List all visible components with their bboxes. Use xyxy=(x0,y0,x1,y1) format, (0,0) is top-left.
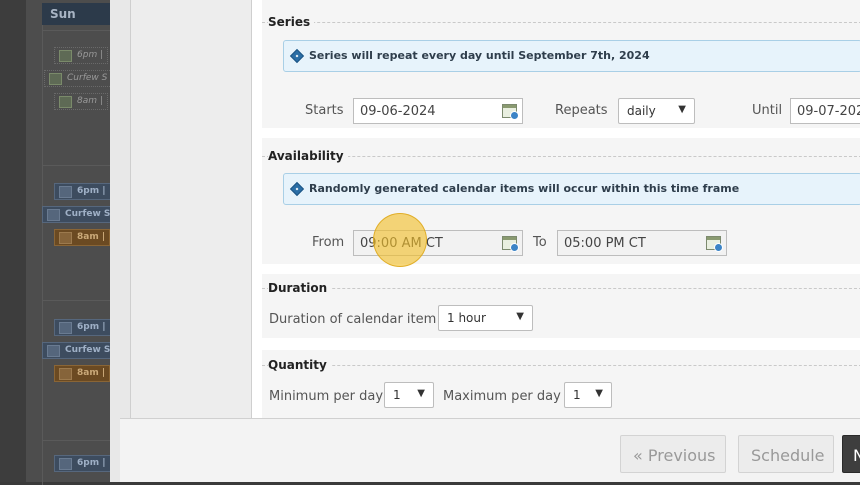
repeats-select[interactable]: daily ▼ xyxy=(618,98,695,124)
calendar-event[interactable]: 6pm | xyxy=(54,455,111,472)
person-icon xyxy=(59,232,72,244)
availability-info-text: Randomly generated calendar items will o… xyxy=(309,182,740,195)
calendar-event[interactable]: 8am | xyxy=(54,93,108,110)
availability-legend: Availability xyxy=(268,149,348,163)
calendar-icon[interactable] xyxy=(502,236,519,252)
maximum-per-day-value: 1 xyxy=(573,388,581,402)
modal-content: Series Series will repeat every day unti… xyxy=(252,0,860,420)
calendar-icon[interactable] xyxy=(502,104,519,120)
calendar-event[interactable]: Curfew S xyxy=(42,342,116,359)
calendar-event-label: 6pm | xyxy=(77,458,106,468)
series-section: Series Series will repeat every day unti… xyxy=(262,0,860,128)
quantity-legend: Quantity xyxy=(268,358,331,372)
to-label: To xyxy=(533,235,547,250)
calendar-event-icon xyxy=(47,345,60,357)
availability-section: Availability Randomly generated calendar… xyxy=(262,138,860,264)
calendar-event-label: Curfew S xyxy=(65,209,111,219)
duration-section: Duration Duration of calendar item 1 hou… xyxy=(262,274,860,338)
chevron-down-icon: ▼ xyxy=(516,311,524,322)
calendar-event-icon xyxy=(59,458,72,470)
calendar-event[interactable]: Curfew S xyxy=(44,70,113,87)
quantity-section: Quantity Minimum per day 1 ▼ Maximum per… xyxy=(262,350,860,418)
minimum-per-day-value: 1 xyxy=(393,388,401,402)
modal-footer: « Previous Schedule Next xyxy=(120,418,860,482)
section-divider xyxy=(262,22,860,23)
to-time-input[interactable]: 05:00 PM CT xyxy=(557,230,727,256)
calendar-event-label: 6pm | xyxy=(77,50,104,60)
series-info-text: Series will repeat every day until Septe… xyxy=(309,49,650,62)
schedule-modal: Series Series will repeat every day unti… xyxy=(110,0,860,482)
modal-sidebar xyxy=(130,0,252,420)
calendar-event-label: Curfew S xyxy=(67,73,108,83)
calendar-event-icon xyxy=(59,186,72,198)
chevron-down-icon: ▼ xyxy=(417,388,425,399)
duration-value: 1 hour xyxy=(447,311,486,325)
chevron-down-icon: ▼ xyxy=(678,104,686,115)
duration-label: Duration of calendar item xyxy=(269,312,437,327)
section-divider xyxy=(262,365,860,366)
person-icon xyxy=(59,368,72,380)
info-icon xyxy=(289,181,305,197)
duration-select[interactable]: 1 hour ▼ xyxy=(438,305,533,331)
until-label: Until xyxy=(752,103,783,118)
until-date-value: 09-07-2024 xyxy=(797,104,860,119)
series-legend: Series xyxy=(268,15,315,29)
maximum-per-day-label: Maximum per day xyxy=(443,389,561,404)
calendar-event-icon xyxy=(47,209,60,221)
section-divider xyxy=(262,288,860,289)
minimum-per-day-select[interactable]: 1 ▼ xyxy=(384,382,434,408)
minimum-per-day-label: Minimum per day xyxy=(269,389,384,404)
previous-button[interactable]: « Previous xyxy=(620,435,726,473)
calendar-event[interactable]: 6pm | xyxy=(54,47,109,64)
calendar-gridline xyxy=(42,25,43,485)
starts-label: Starts xyxy=(305,103,344,118)
calendar-event-label: 6pm | xyxy=(77,186,106,196)
next-button[interactable]: Next xyxy=(842,435,860,473)
info-icon xyxy=(289,48,305,64)
from-label: From xyxy=(312,235,345,250)
section-divider xyxy=(262,156,860,157)
calendar-event-label: 6pm | xyxy=(77,322,106,332)
calendar-event-label: 8am | xyxy=(77,368,106,378)
calendar-event-label: Curfew S xyxy=(65,345,111,355)
calendar-event-icon xyxy=(49,73,62,85)
series-info-box: Series will repeat every day until Septe… xyxy=(283,40,860,72)
availability-info-box: Randomly generated calendar items will o… xyxy=(283,173,860,205)
calendar-event[interactable]: 6pm | xyxy=(54,183,111,200)
calendar-event[interactable]: 8am | xyxy=(54,229,111,246)
repeats-label: Repeats xyxy=(555,103,608,118)
calendar-icon[interactable] xyxy=(706,236,723,252)
schedule-button[interactable]: Schedule xyxy=(738,435,834,473)
calendar-event[interactable]: 6pm | xyxy=(54,319,111,336)
duration-legend: Duration xyxy=(268,281,332,295)
to-time-value: 05:00 PM CT xyxy=(564,236,646,251)
background-left-panel xyxy=(0,0,26,482)
until-date-input[interactable]: 09-07-2024 xyxy=(790,98,860,124)
repeats-value: daily xyxy=(627,104,656,118)
calendar-event-icon xyxy=(59,322,72,334)
maximum-per-day-select[interactable]: 1 ▼ xyxy=(564,382,612,408)
calendar-event-label: 8am | xyxy=(77,232,106,242)
calendar-event-icon xyxy=(59,50,72,62)
starts-date-value: 09-06-2024 xyxy=(360,104,436,119)
calendar-event-label: 8am | xyxy=(77,96,103,106)
calendar-event[interactable]: Curfew S xyxy=(42,206,116,223)
calendar-event-icon xyxy=(59,96,72,108)
calendar-event[interactable]: 8am | xyxy=(54,365,111,382)
starts-date-input[interactable]: 09-06-2024 xyxy=(353,98,523,124)
click-highlight xyxy=(373,213,427,267)
chevron-down-icon: ▼ xyxy=(595,388,603,399)
background-calendar: Sun 6pm | Curfew S 8am | 6pm | Curfew S … xyxy=(26,0,142,485)
